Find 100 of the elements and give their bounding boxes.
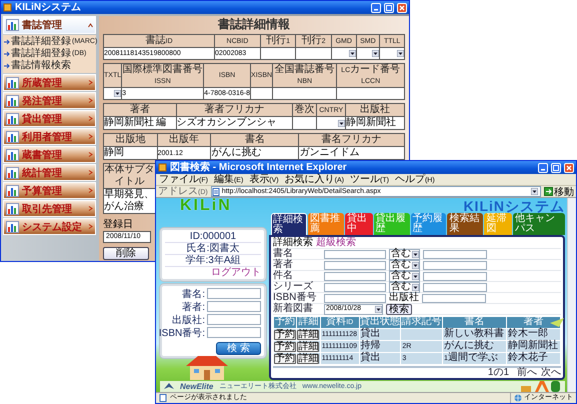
field-value[interactable]: シズオカシンブンシャ [176, 116, 293, 130]
tab[interactable]: 他キャンパス [513, 213, 565, 235]
sidebar-label: 書誌管理 [22, 18, 63, 32]
input-field[interactable] [423, 250, 487, 258]
dropdown-arrow-icon[interactable] [114, 90, 122, 97]
input-field[interactable] [324, 294, 386, 302]
match-dropdown[interactable]: 含む [389, 260, 420, 270]
dropdown-arrow-icon[interactable] [412, 250, 419, 258]
input-field[interactable] [423, 272, 487, 280]
sidebar-item[interactable]: 所蔵管理 [3, 74, 96, 91]
detail-button[interactable]: 詳細 [297, 354, 320, 364]
maximize-button[interactable] [551, 162, 561, 172]
column-header: 巻次 [292, 104, 317, 116]
brand-name: NewElite [180, 380, 214, 392]
field-label: 出版社: [172, 314, 205, 326]
sidebar-item[interactable]: 発注管理 [3, 92, 96, 109]
input-field[interactable] [207, 288, 261, 299]
bar-chart-icon [6, 184, 19, 196]
reserve-button[interactable]: 予約 [274, 342, 296, 352]
sidebar-item[interactable]: 予算管理 [3, 182, 96, 199]
field-label: 出版社 [389, 293, 419, 303]
expand-chevron-icon [88, 152, 93, 157]
input-field[interactable] [207, 327, 261, 338]
column-header: 出版地 [104, 134, 158, 146]
input-field[interactable] [207, 301, 261, 312]
close-button[interactable] [564, 162, 574, 172]
match-dropdown[interactable]: 含む [389, 270, 420, 282]
sidebar-item[interactable]: 統計管理 [3, 164, 96, 181]
toy-blocks-drawing [521, 380, 561, 392]
field-value[interactable]: がんに挑む [210, 146, 299, 160]
input-field[interactable] [423, 260, 487, 270]
input-field[interactable] [324, 282, 386, 292]
table-cell: 持帰 [359, 340, 401, 352]
dropdown-arrow-icon[interactable] [412, 262, 419, 268]
dropdown-arrow-icon[interactable] [531, 188, 538, 195]
reserve-button[interactable]: 予約 [274, 330, 296, 340]
maximize-icon [386, 4, 392, 10]
field-value[interactable]: 静岡新聞社 編 [104, 116, 176, 130]
input-field[interactable] [207, 314, 261, 325]
input-field[interactable] [324, 272, 386, 280]
bar-chart-icon [6, 19, 19, 31]
tab[interactable]: 詳細検索 [271, 213, 307, 235]
dropdown-arrow-icon[interactable] [397, 50, 404, 57]
sidebar-item[interactable]: 利用者管理 [3, 128, 96, 145]
delete-button[interactable]: 削除 [103, 247, 149, 260]
input-field[interactable] [423, 282, 487, 292]
dropdown-arrow-icon[interactable] [412, 284, 419, 290]
table-cell: 貸出 [359, 328, 401, 340]
bar-chart-icon [6, 94, 19, 106]
sidebar-item[interactable]: 蔵書管理 [3, 146, 96, 163]
minimize-button[interactable] [538, 162, 548, 172]
column-header: 本体サブタイトル [104, 164, 156, 188]
input-field[interactable] [324, 260, 386, 270]
user-info-text: 学年:3年A組 [165, 255, 261, 267]
field-value[interactable]: 早期発見、がん治療 [104, 188, 156, 214]
bird-logo-icon [164, 382, 174, 390]
detail-button[interactable]: 詳細 [297, 330, 320, 340]
tab[interactable]: 検索結果 [447, 213, 484, 235]
bar-chart-icon [6, 130, 19, 142]
go-button[interactable]: 移動 [544, 184, 574, 198]
sidebar-item[interactable]: 貸出管理 [3, 110, 96, 127]
match-dropdown[interactable]: 含む [389, 282, 420, 292]
horizontal-scrollbar[interactable] [273, 366, 561, 368]
user-info-text: 氏名:図書太 [165, 243, 261, 255]
input-field[interactable] [272, 88, 337, 100]
reserve-button[interactable]: 予約 [274, 354, 296, 364]
collapse-chevron-icon [88, 22, 93, 28]
user-info-text: ID:000001 [165, 231, 261, 243]
dropdown-arrow-icon[interactable] [338, 120, 346, 126]
field-value[interactable]: 静岡新聞社 [346, 116, 404, 130]
advanced-search-link[interactable]: 超級検索 [316, 238, 356, 248]
detail-button[interactable]: 詳細 [297, 342, 320, 352]
tab[interactable]: 貸出中 [344, 213, 373, 235]
dropdown-arrow-icon[interactable] [348, 50, 356, 57]
search-button[interactable]: 検索 [386, 304, 412, 314]
match-dropdown[interactable]: 含む [389, 248, 420, 260]
sidebar-label: 発注管理 [22, 94, 63, 108]
column-header: 著者 [104, 104, 176, 116]
sidebar-item[interactable]: 書誌管理 [3, 16, 96, 34]
vertical-scrollbar[interactable] [567, 198, 576, 392]
input-field[interactable] [422, 294, 486, 302]
minimize-button[interactable] [371, 2, 381, 12]
dropdown-arrow-icon[interactable] [375, 306, 382, 312]
previous-link[interactable]: 前へ [517, 368, 537, 378]
field-label: シリーズ [273, 282, 314, 292]
input-field[interactable] [336, 88, 404, 100]
dropdown-arrow-icon[interactable] [372, 50, 380, 57]
close-button[interactable] [397, 2, 407, 12]
paper-plane-icon [550, 318, 564, 327]
submenu-item[interactable]: 書誌情報検索 [3, 60, 96, 72]
table-cell: 鈴木花子 [506, 352, 560, 364]
field-value[interactable]: 静岡 [104, 146, 158, 160]
logout-link[interactable]: ログアウト [211, 267, 261, 278]
input-field[interactable] [324, 250, 386, 258]
logo: KILiN [179, 198, 233, 214]
section-title: 詳細検索 [273, 238, 313, 248]
next-link[interactable]: 次へ [541, 368, 561, 378]
maximize-button[interactable] [384, 2, 394, 12]
field-value[interactable]: ガンニイドム [298, 146, 404, 160]
dropdown-arrow-icon[interactable] [412, 272, 419, 280]
